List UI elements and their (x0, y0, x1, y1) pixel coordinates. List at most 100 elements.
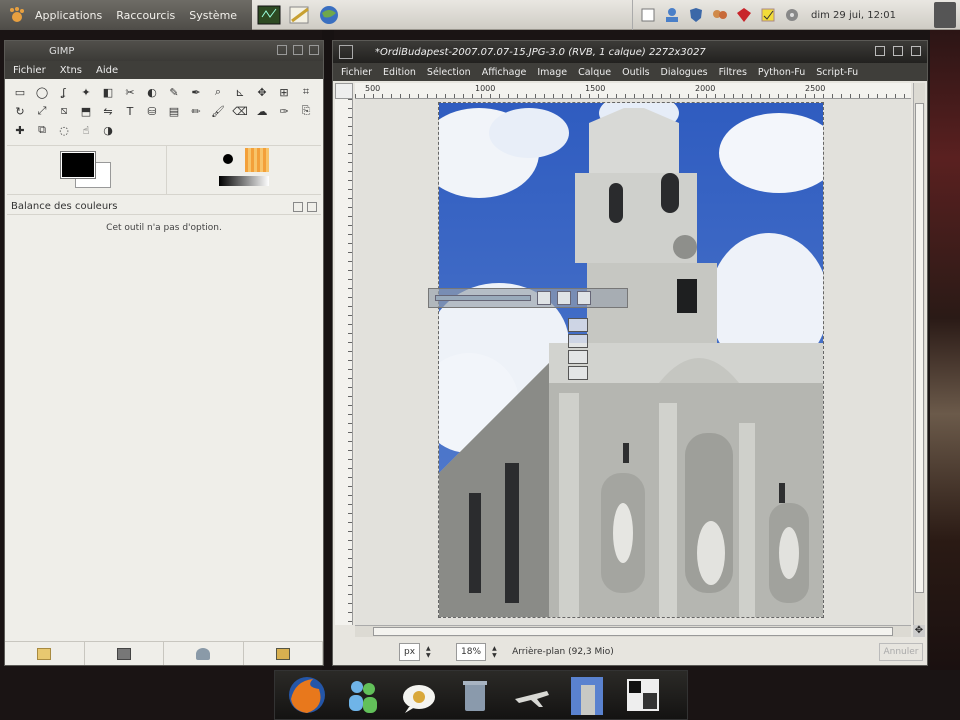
floating-slider-widget[interactable] (428, 288, 628, 308)
crop-icon[interactable]: ⌗ (297, 83, 315, 101)
ruby-icon[interactable] (735, 6, 753, 24)
messenger-icon[interactable] (711, 6, 729, 24)
photo-church-tower[interactable] (438, 102, 824, 618)
vertical-scrollbar[interactable] (913, 83, 925, 625)
toolbox-menu-aide[interactable]: Aide (96, 65, 118, 76)
zoom-spinner-icon[interactable]: ▲ ▼ (492, 643, 502, 661)
toolbox-menu-xtns[interactable]: Xtns (60, 65, 82, 76)
fuzzy-select-icon[interactable]: ✦ (77, 83, 95, 101)
dock-close-icon[interactable] (307, 201, 317, 212)
terminal-launcher-icon[interactable] (256, 3, 282, 27)
zoom-icon[interactable]: ⌕ (209, 83, 227, 101)
image-window-titlebar[interactable]: *OrdiBudapest-2007.07.07-15.JPG-3.0 (RVB… (333, 41, 927, 63)
color-select-icon[interactable]: ◧ (99, 83, 117, 101)
menu-calque[interactable]: Calque (578, 67, 611, 78)
menu-raccourcis[interactable]: Raccourcis (109, 9, 182, 22)
floating-button[interactable] (568, 318, 588, 332)
pattern-icon[interactable] (245, 148, 269, 172)
panel-clock[interactable]: dim 29 jui, 12:01 (811, 10, 896, 21)
lasso-icon[interactable]: ʆ (55, 83, 73, 101)
restore-options-button[interactable] (85, 642, 164, 665)
firefox-dock-item[interactable] (285, 673, 329, 717)
close-icon[interactable] (911, 46, 921, 56)
checkbox-icon[interactable] (639, 6, 657, 24)
brush-icon[interactable] (223, 154, 233, 164)
shear-icon[interactable]: ⧅ (55, 102, 73, 120)
toolbox-titlebar[interactable]: GIMP (5, 41, 323, 61)
gradient-icon[interactable] (219, 176, 269, 186)
pencil-icon[interactable]: ✏ (187, 102, 205, 120)
navigate-icon[interactable]: ✥ (913, 625, 925, 637)
maximize-icon[interactable] (293, 45, 303, 55)
rect-select-icon[interactable]: ▭ (11, 83, 29, 101)
scissors-icon[interactable]: ✂ (121, 83, 139, 101)
floating-widget-icon[interactable] (577, 291, 591, 305)
floating-button[interactable] (568, 334, 588, 348)
menu-python-fu[interactable]: Python-Fu (758, 67, 805, 78)
scrollbar-thumb[interactable] (915, 103, 924, 593)
pidgin-dock-item[interactable] (397, 673, 441, 717)
zoom-select[interactable]: 18% (456, 643, 487, 661)
menu-affichage[interactable]: Affichage (482, 67, 527, 78)
foreground-select-icon[interactable]: ◐ (143, 83, 161, 101)
minimize-icon[interactable] (875, 46, 885, 56)
floating-button[interactable] (568, 366, 588, 380)
menu-applications[interactable]: Applications (28, 9, 109, 22)
scale-icon[interactable]: ⤢ (33, 102, 51, 120)
ink-icon[interactable]: ✑ (275, 102, 293, 120)
delete-options-button[interactable] (164, 642, 244, 665)
floating-button[interactable] (568, 350, 588, 364)
menu-systeme[interactable]: Système (182, 9, 244, 22)
notes-icon[interactable] (759, 6, 777, 24)
floating-widget-icon[interactable] (557, 291, 571, 305)
ellipse-select-icon[interactable]: ◯ (33, 83, 51, 101)
reset-options-button[interactable] (244, 642, 323, 665)
floating-slider[interactable] (435, 295, 531, 301)
rotate-icon[interactable]: ↻ (11, 102, 29, 120)
window-menu-icon[interactable] (339, 45, 353, 59)
photo-dock-item[interactable] (565, 673, 609, 717)
measure-icon[interactable]: ⊾ (231, 83, 249, 101)
unit-spinner-icon[interactable]: ▲ ▼ (426, 643, 436, 661)
menu-outils[interactable]: Outils (622, 67, 649, 78)
web-browser-launcher-icon[interactable] (316, 3, 342, 27)
vertical-ruler[interactable] (335, 99, 353, 625)
text-icon[interactable]: T (121, 102, 139, 120)
save-options-button[interactable] (5, 642, 85, 665)
menu-script-fu[interactable]: Script-Fu (816, 67, 858, 78)
menu-selection[interactable]: Sélection (427, 67, 471, 78)
dodge-burn-icon[interactable]: ◑ (99, 121, 117, 139)
perspective-icon[interactable]: ⬒ (77, 102, 95, 120)
shield-icon[interactable] (687, 6, 705, 24)
fg-bg-colors[interactable] (7, 146, 167, 194)
quick-mask-corner[interactable] (335, 83, 353, 99)
paintbrush-icon[interactable]: 🖌 (209, 102, 227, 120)
blend-icon[interactable]: ▤ (165, 102, 183, 120)
maximize-icon[interactable] (893, 46, 903, 56)
network-icon[interactable] (663, 6, 681, 24)
menu-edition[interactable]: Edition (383, 67, 416, 78)
move-icon[interactable]: ✥ (253, 83, 271, 101)
floating-widget-icon[interactable] (537, 291, 551, 305)
trash-dock-item[interactable] (453, 673, 497, 717)
messenger-dock-item[interactable] (341, 673, 385, 717)
horizontal-ruler[interactable]: 500 1000 1500 2000 2500 (355, 83, 911, 99)
scrollbar-thumb[interactable] (373, 627, 893, 636)
heal-icon[interactable]: ✚ (11, 121, 29, 139)
clone-icon[interactable]: ⎘ (297, 102, 315, 120)
panel-handle[interactable] (934, 2, 956, 28)
horizontal-scrollbar[interactable] (355, 625, 911, 637)
minimize-icon[interactable] (277, 45, 287, 55)
airbrush-icon[interactable]: ☁ (253, 102, 271, 120)
bucket-fill-icon[interactable]: ⛁ (143, 102, 161, 120)
close-icon[interactable] (309, 45, 319, 55)
color-picker-icon[interactable]: ✒ (187, 83, 205, 101)
dock-menu-icon[interactable] (293, 201, 303, 212)
toolbox-menu-fichier[interactable]: Fichier (13, 65, 46, 76)
cancel-button[interactable]: Annuler (879, 643, 923, 661)
menu-image[interactable]: Image (537, 67, 567, 78)
menu-fichier[interactable]: Fichier (341, 67, 372, 78)
blur-icon[interactable]: ◌ (55, 121, 73, 139)
flip-icon[interactable]: ⇋ (99, 102, 117, 120)
settings-icon[interactable] (783, 6, 801, 24)
